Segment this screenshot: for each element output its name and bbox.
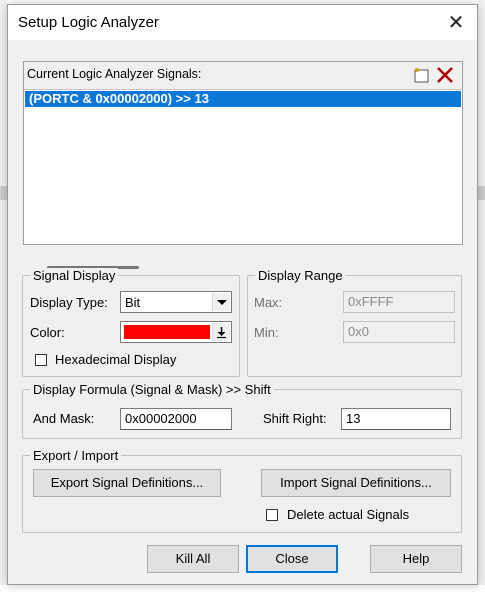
delete-actual-signals-checkbox[interactable] xyxy=(266,509,278,521)
and-mask-label: And Mask: xyxy=(33,411,95,426)
help-button[interactable]: Help xyxy=(370,545,462,573)
signals-panel: Current Logic Analyzer Signals: (PORTC &… xyxy=(23,61,463,269)
delete-signal-icon[interactable] xyxy=(435,65,455,85)
new-signal-icon[interactable] xyxy=(412,65,432,85)
display-range-title: Display Range xyxy=(255,268,346,283)
export-import-title: Export / Import xyxy=(30,448,122,463)
background-window-right xyxy=(478,0,485,592)
display-type-value: Bit xyxy=(125,295,141,310)
color-label: Color: xyxy=(30,325,65,340)
signal-display-title: Signal Display xyxy=(30,268,119,283)
setup-logic-analyzer-dialog: Setup Logic Analyzer ✕ Current Logic Ana… xyxy=(7,4,478,585)
background-divider xyxy=(478,186,485,200)
display-type-label: Display Type: xyxy=(30,295,108,310)
display-formula-title: Display Formula (Signal & Mask) >> Shift xyxy=(30,382,274,397)
import-signal-definitions-button[interactable]: Import Signal Definitions... xyxy=(261,469,451,497)
close-button[interactable]: Close xyxy=(246,545,338,573)
export-signal-definitions-button[interactable]: Export Signal Definitions... xyxy=(33,469,221,497)
title-bar: Setup Logic Analyzer ✕ xyxy=(8,5,477,40)
signal-list[interactable]: (PORTC & 0x00002000) >> 13 xyxy=(25,90,461,269)
signals-header-label: Current Logic Analyzer Signals: xyxy=(27,67,202,81)
background-divider xyxy=(0,186,7,200)
max-label: Max: xyxy=(254,295,283,310)
color-swatch xyxy=(124,325,210,339)
hexadecimal-display-checkbox[interactable] xyxy=(35,354,47,366)
close-window-icon[interactable]: ✕ xyxy=(442,10,470,34)
and-mask-field[interactable]: 0x00002000 xyxy=(120,408,232,430)
min-label: Min: xyxy=(254,325,279,340)
display-type-select[interactable]: Bit xyxy=(120,291,232,313)
signals-header: Current Logic Analyzer Signals: xyxy=(24,62,462,90)
shift-right-field[interactable]: 13 xyxy=(341,408,451,430)
shift-right-label: Shift Right: xyxy=(263,411,327,426)
dropdown-arrow-icon xyxy=(212,323,230,341)
dialog-title: Setup Logic Analyzer xyxy=(18,14,159,31)
background-code xyxy=(0,585,485,592)
color-select[interactable] xyxy=(120,321,232,343)
hexadecimal-display-label: Hexadecimal Display xyxy=(55,352,177,367)
chevron-down-icon xyxy=(212,293,230,311)
background-window-left xyxy=(0,0,7,592)
kill-all-button[interactable]: Kill All xyxy=(147,545,239,573)
list-item[interactable]: (PORTC & 0x00002000) >> 13 xyxy=(25,91,461,107)
min-field[interactable]: 0x0 xyxy=(343,321,455,343)
delete-actual-signals-label: Delete actual Signals xyxy=(287,507,410,522)
max-field[interactable]: 0xFFFF xyxy=(343,291,455,313)
